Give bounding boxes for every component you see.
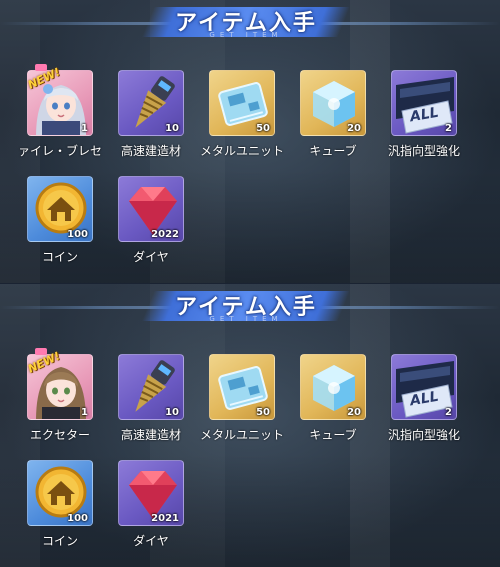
- item-count: 2022: [151, 229, 179, 240]
- item-count: 2: [445, 123, 452, 134]
- item-tile[interactable]: 50: [209, 70, 275, 136]
- item-character[interactable]: 1 NEW! エクセター: [23, 348, 97, 452]
- item-tile[interactable]: 2021: [118, 460, 184, 526]
- item-count: 10: [165, 123, 179, 134]
- item-count: 50: [256, 123, 270, 134]
- item-label: メタルユニット: [199, 144, 284, 158]
- item-all-ticket[interactable]: ALL 2 汎指向型強化: [387, 354, 461, 452]
- item-cube[interactable]: 20 キューブ: [296, 70, 370, 168]
- item-get-panel-2: アイテム入手 GET ITEM 1 NEW! エクセター 10 高速建造材 50…: [0, 284, 500, 567]
- item-count: 2: [445, 407, 452, 418]
- item-metal-unit[interactable]: 50 メタルユニット: [200, 70, 284, 168]
- item-count: 100: [67, 229, 88, 240]
- item-label: コイン: [41, 250, 78, 264]
- item-tile[interactable]: 100: [27, 460, 93, 526]
- item-tile[interactable]: 10: [118, 70, 184, 136]
- item-tile[interactable]: 100: [27, 176, 93, 242]
- item-label: コイン: [41, 534, 78, 548]
- item-count: 50: [256, 407, 270, 418]
- item-coin[interactable]: 100 コイン: [23, 176, 97, 274]
- banner-subtitle: GET ITEM: [209, 315, 283, 323]
- item-all-ticket[interactable]: ALL 2 汎指向型強化: [387, 70, 461, 168]
- item-diamond[interactable]: 2021 ダイヤ: [114, 460, 188, 558]
- item-label: 高速建造材: [120, 428, 181, 442]
- item-character[interactable]: 1 NEW! ァイレ・ブレセ: [18, 64, 102, 168]
- item-count: 1: [81, 123, 88, 134]
- new-badge: NEW!: [25, 64, 63, 92]
- item-tile[interactable]: 20: [300, 354, 366, 420]
- item-drill[interactable]: 10 高速建造材: [114, 354, 188, 452]
- item-count: 2021: [151, 513, 179, 524]
- item-label: キューブ: [309, 428, 357, 442]
- item-tile[interactable]: 2022: [118, 176, 184, 242]
- item-cube[interactable]: 20 キューブ: [296, 354, 370, 452]
- item-label: メタルユニット: [199, 428, 284, 442]
- item-tile[interactable]: ALL 2: [391, 354, 457, 420]
- item-label: 汎指向型強化: [387, 144, 460, 158]
- item-count: 10: [165, 407, 179, 418]
- item-diamond[interactable]: 2022 ダイヤ: [114, 176, 188, 274]
- item-get-panel-1: アイテム入手 GET ITEM 1 NEW! ァイレ・ブレセ 10 高速建造材 …: [0, 0, 500, 283]
- item-label: キューブ: [309, 144, 357, 158]
- item-label: ダイヤ: [133, 534, 169, 548]
- item-label: エクセター: [29, 428, 90, 442]
- item-label: 高速建造材: [120, 144, 181, 158]
- item-tile[interactable]: 50: [209, 354, 275, 420]
- new-badge: NEW!: [25, 348, 63, 376]
- item-label: 汎指向型強化: [387, 428, 460, 442]
- item-tile[interactable]: 10: [118, 354, 184, 420]
- item-get-banner: アイテム入手 GET ITEM: [141, 3, 351, 43]
- item-count: 20: [347, 407, 361, 418]
- item-get-banner: アイテム入手 GET ITEM: [141, 287, 351, 327]
- item-metal-unit[interactable]: 50 メタルユニット: [200, 354, 284, 452]
- item-tile[interactable]: ALL 2: [391, 70, 457, 136]
- item-label: ァイレ・ブレセ: [17, 144, 102, 158]
- item-count: 100: [67, 513, 88, 524]
- banner-subtitle: GET ITEM: [209, 31, 283, 39]
- item-label: ダイヤ: [133, 250, 169, 264]
- item-count: 20: [347, 123, 361, 134]
- item-coin[interactable]: 100 コイン: [23, 460, 97, 558]
- item-tile[interactable]: 20: [300, 70, 366, 136]
- item-count: 1: [81, 407, 88, 418]
- item-drill[interactable]: 10 高速建造材: [114, 70, 188, 168]
